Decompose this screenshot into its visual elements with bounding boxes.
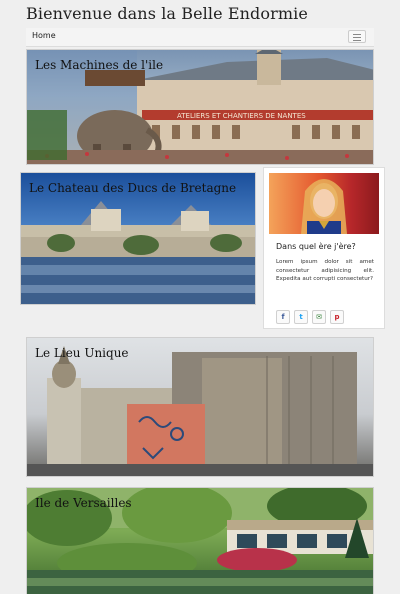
widget-photo xyxy=(301,179,347,234)
nav-home-link[interactable]: Home xyxy=(32,31,56,40)
facebook-icon: f xyxy=(281,313,285,321)
card-chateau-ducs[interactable]: Le Chateau des Ducs de Bretagne xyxy=(20,172,256,305)
pinterest-icon: p xyxy=(334,313,340,321)
site-title: Bienvenue dans la Belle Endormie xyxy=(26,4,308,23)
twitter-share-button[interactable]: t xyxy=(294,310,308,324)
email-icon: ✉ xyxy=(316,313,322,321)
card-title[interactable]: Les Machines de l'ile xyxy=(35,58,163,72)
card-title[interactable]: Ile de Versailles xyxy=(35,496,132,510)
facebook-share-button[interactable]: f xyxy=(276,310,290,324)
menu-toggle-button[interactable] xyxy=(348,30,366,43)
building-sign: ATELIERS ET CHANTIERS DE NANTES xyxy=(177,112,306,120)
pinterest-share-button[interactable]: p xyxy=(330,310,344,324)
email-share-button[interactable]: ✉ xyxy=(312,310,326,324)
card-title[interactable]: Le Chateau des Ducs de Bretagne xyxy=(29,181,236,195)
widget-image xyxy=(269,173,379,234)
card-title[interactable]: Le Lieu Unique xyxy=(35,346,129,360)
hamburger-icon xyxy=(353,34,361,35)
card-lieu-unique[interactable]: Le Lieu Unique xyxy=(26,337,374,477)
widget-text: Lorem ipsum dolor sit amet consectetur a… xyxy=(276,259,374,282)
widget-heading: Dans quel ère j'ère? xyxy=(276,242,356,251)
navbar: Home xyxy=(26,28,374,47)
twitter-icon: t xyxy=(299,313,303,321)
card-ile-versailles[interactable]: Ile de Versailles xyxy=(26,487,374,594)
card-machines-ile[interactable]: ATELIERS ET CHANTIERS DE NANTES Les Mach… xyxy=(26,49,374,165)
article-widget: Dans quel ère j'ère? Lorem ipsum dolor s… xyxy=(263,167,385,329)
